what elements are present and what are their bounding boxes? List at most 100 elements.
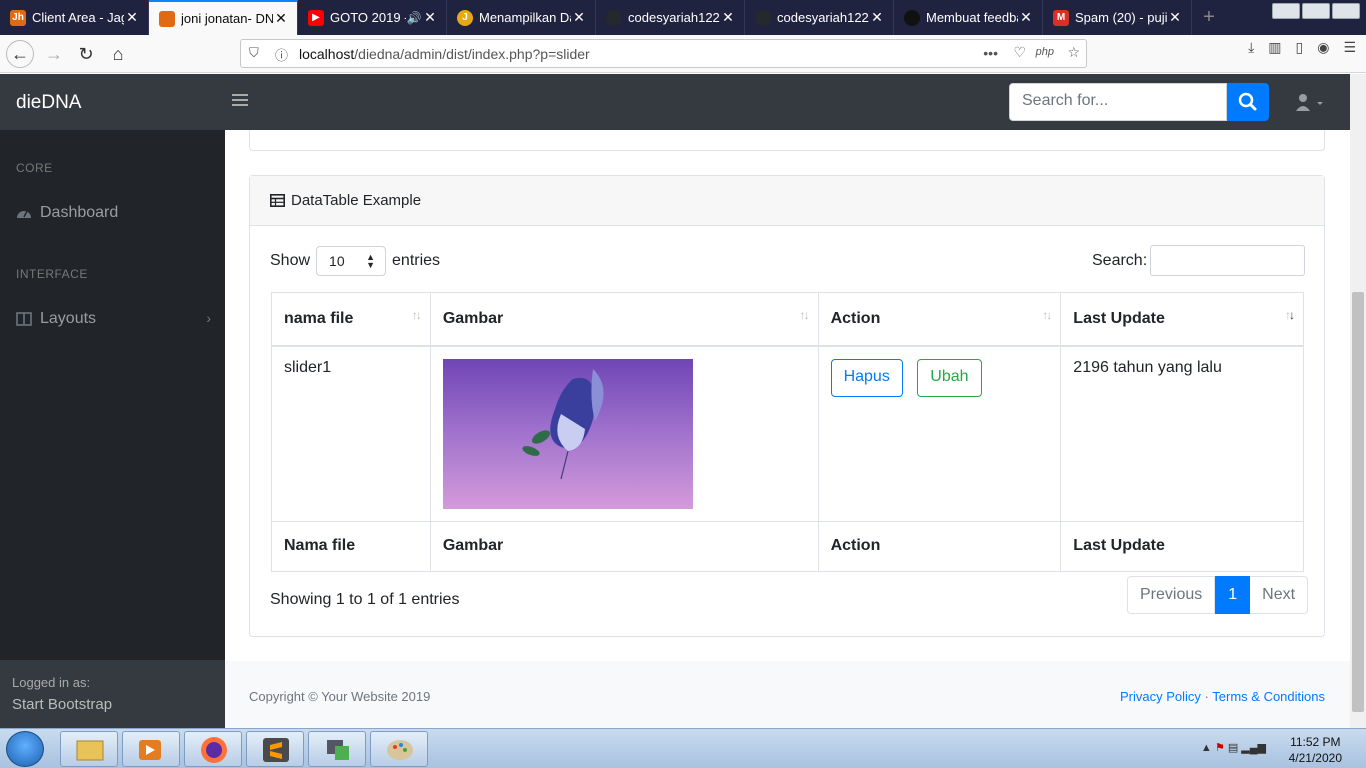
start-button[interactable] — [6, 731, 44, 767]
tab-close-icon[interactable]: ✕ — [869, 9, 885, 26]
scrollbar-thumb[interactable] — [1352, 292, 1364, 712]
sidebar-icon[interactable]: ▯ — [1296, 39, 1304, 56]
browser-tab[interactable]: codesyariah122.g✕ — [596, 0, 745, 35]
maximize-button[interactable] — [1302, 3, 1330, 19]
download-icon[interactable]: ⤓ — [1248, 39, 1254, 56]
action-center-icon[interactable]: ⚑ — [1215, 742, 1225, 754]
menu-icon[interactable]: ☰ — [1343, 39, 1356, 56]
account-icon[interactable]: ◉ — [1317, 39, 1329, 56]
info-icon[interactable]: ⓘ — [275, 45, 288, 64]
page-footer: Copyright © Your Website 2019 Privacy Po… — [225, 661, 1350, 728]
tab-close-icon[interactable]: ✕ — [422, 9, 438, 26]
library-icon[interactable]: ▥ — [1268, 39, 1281, 56]
tab-close-icon[interactable]: ✕ — [720, 9, 736, 26]
media-player-taskbar-icon[interactable] — [122, 731, 180, 767]
browser-tab[interactable]: Jh Client Area - Jag ✕ — [0, 0, 149, 35]
search-input[interactable]: Search for... — [1009, 83, 1227, 121]
tab-close-icon[interactable]: ✕ — [1018, 9, 1034, 26]
network-icon — [327, 740, 349, 760]
privacy-policy-link[interactable]: Privacy Policy — [1120, 689, 1201, 704]
forward-arrow-icon[interactable]: → — [40, 40, 68, 68]
tab-close-icon[interactable]: ✕ — [273, 10, 289, 27]
tab-title: GOTO 2019 - — [330, 10, 406, 25]
sort-icon: ↑↓ — [799, 308, 810, 322]
column-header-gambar[interactable]: Gambar ↑↓ — [429, 292, 819, 347]
tab-close-icon[interactable]: ✕ — [1167, 9, 1183, 26]
page-scrollbar[interactable] — [1350, 74, 1366, 728]
signal-icon[interactable]: ▂▄▆ — [1241, 742, 1266, 754]
browser-tab[interactable]: Membuat feedba ✕ — [894, 0, 1043, 35]
taskbar-clock[interactable]: 11:52 PM 4/21/2020 — [1289, 734, 1342, 766]
card-header: DataTable Example — [250, 176, 1324, 226]
search-button[interactable] — [1227, 83, 1269, 121]
browser-tab-active[interactable]: joni jonatan- DN ✕ — [149, 0, 298, 35]
close-window-button[interactable] — [1332, 3, 1360, 19]
previous-page-button[interactable]: Previous — [1127, 576, 1216, 614]
bookmark-star-icon[interactable]: ☆ — [1067, 44, 1080, 61]
column-header-nama-file[interactable]: nama file ↑↓ — [271, 292, 431, 347]
sidebar-item-layouts[interactable]: Layouts › — [16, 310, 211, 328]
logged-in-label: Logged in as: — [12, 675, 91, 690]
user-dropdown[interactable] — [1294, 93, 1328, 113]
network-taskbar-icon[interactable] — [308, 731, 366, 767]
hapus-button[interactable]: Hapus — [830, 359, 903, 397]
page-actions-icon[interactable]: ••• — [983, 45, 998, 61]
pocket-icon[interactable]: ♡ — [1013, 44, 1026, 61]
cell-last-update: 2196 tahun yang lalu — [1060, 345, 1304, 522]
tab-close-icon[interactable]: ✕ — [124, 9, 140, 26]
data-table: nama file ↑↓ Gambar ↑↓ Action ↑↓ Last Updat… — [271, 292, 1304, 572]
browser-tab-bar: Jh Client Area - Jag ✕ joni jonatan- DN ✕ ▶… — [0, 0, 1366, 35]
url-path: /diedna/admin/dist/index.php?p=slider — [354, 45, 590, 62]
column-header-last-update[interactable]: Last Update ↑↓ — [1060, 292, 1304, 347]
tab-close-icon[interactable]: ✕ — [571, 9, 587, 26]
table-search-input[interactable] — [1150, 245, 1305, 276]
sidebar-toggle-icon[interactable] — [232, 94, 248, 109]
shield-icon[interactable]: ⛉ — [249, 45, 259, 61]
back-arrow-icon[interactable]: ← — [6, 40, 34, 68]
tab-title: Client Area - Jag — [32, 10, 124, 25]
media-icon — [139, 740, 161, 760]
footer-column-gambar: Gambar — [429, 521, 819, 572]
gmail-icon: M — [1053, 9, 1069, 26]
tray-expand-icon[interactable]: ▲ — [1201, 742, 1212, 754]
speaker-icon[interactable]: 🔊 — [406, 11, 422, 25]
clock-time: 11:52 PM — [1290, 735, 1341, 749]
ubah-button[interactable]: Ubah — [917, 359, 982, 397]
previous-card-bottom — [249, 130, 1325, 151]
new-tab-button[interactable]: + — [1192, 0, 1226, 35]
sublime-icon — [263, 738, 289, 762]
toolbar-icons: ⤓ ▥ ▯ ◉ ☰ — [1248, 39, 1356, 56]
device-icon[interactable]: ▤ — [1228, 742, 1238, 754]
page-1-button[interactable]: 1 — [1215, 576, 1251, 614]
php-icon[interactable]: php — [1036, 46, 1054, 58]
reload-icon[interactable]: ↻ — [72, 40, 100, 68]
clock-date: 4/21/2020 — [1288, 751, 1342, 765]
terms-link[interactable]: Terms & Conditions — [1212, 689, 1325, 704]
home-icon[interactable]: ⌂ — [104, 40, 132, 68]
column-header-action[interactable]: Action ↑↓ — [817, 292, 1062, 347]
entries-select[interactable]: 10 ▲ ▼ — [316, 246, 387, 276]
address-bar[interactable]: ⛉ ⓘ localhost/diedna/admin/dist/index.ph… — [240, 39, 1087, 68]
paint-taskbar-icon[interactable] — [370, 731, 428, 767]
cell-action: Hapus Ubah — [817, 345, 1062, 522]
browser-tab[interactable]: ▶ GOTO 2019 - 🔊 ✕ — [298, 0, 447, 35]
logged-in-user: Start Bootstrap — [12, 696, 113, 713]
footer-links: Privacy Policy · Terms & Conditions — [1120, 689, 1325, 704]
explorer-taskbar-icon[interactable] — [60, 731, 118, 767]
browser-tab[interactable]: J Menampilkan Da ✕ — [447, 0, 596, 35]
card-title: DataTable Example — [291, 192, 422, 209]
browser-tab[interactable]: M Spam (20) - pujie ✕ — [1043, 0, 1192, 35]
sidebar-item-dashboard[interactable]: Dashboard — [16, 204, 118, 222]
copyright-text: Copyright © Your Website 2019 — [249, 689, 431, 704]
next-page-button[interactable]: Next — [1250, 576, 1309, 614]
tab-title: Spam (20) - pujie — [1075, 10, 1167, 25]
github-icon — [606, 9, 622, 26]
sidebar-item-label: Layouts — [40, 310, 97, 327]
minimize-button[interactable] — [1272, 3, 1300, 19]
brand-link[interactable]: dieDNA — [16, 92, 81, 114]
sidebar-heading-interface: INTERFACE — [16, 267, 88, 281]
browser-tab[interactable]: codesyariah122/d✕ — [745, 0, 894, 35]
sublime-taskbar-icon[interactable] — [246, 731, 304, 767]
firefox-icon — [201, 737, 227, 763]
firefox-taskbar-icon[interactable] — [184, 731, 242, 767]
